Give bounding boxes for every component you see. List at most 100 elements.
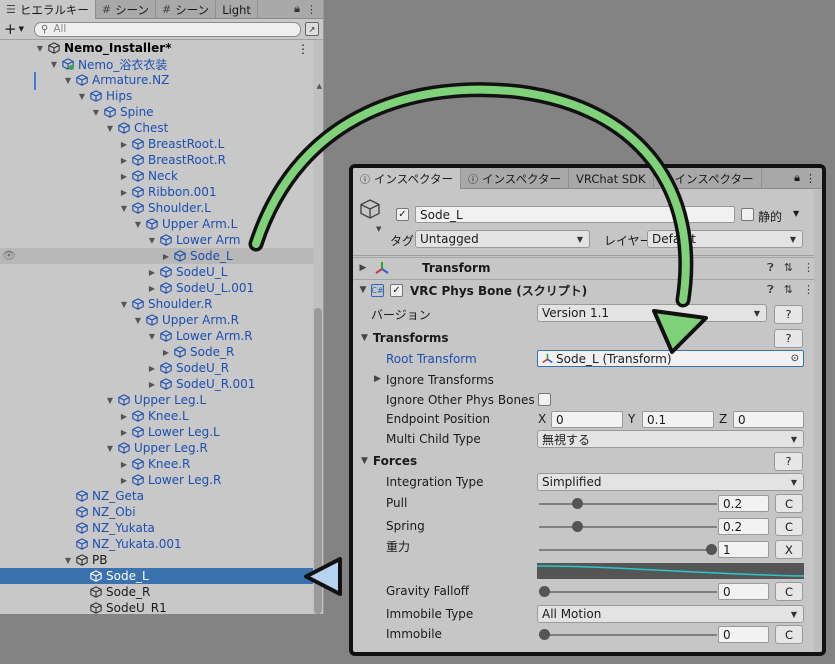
tag-dropdown[interactable]: Untagged ▼ [415,230,590,248]
hierarchy-row[interactable]: ▶ BreastRoot.R [0,152,314,168]
hierarchy-row[interactable]: ▼ Shoulder.L [0,200,314,216]
more-options-icon[interactable]: ⋮ [803,261,814,275]
collapse-arrow-icon[interactable]: ▼ [34,44,46,53]
forces-section-header[interactable]: ▼ Forces [361,454,417,468]
lock-icon[interactable]: 🔒︎ [794,171,800,185]
pull-slider-knob[interactable] [572,498,584,509]
active-checkbox[interactable]: ✓ [396,208,409,221]
hierarchy-row[interactable]: ▶ SodeU_R [0,360,314,376]
gravity-slider-knob[interactable] [706,544,717,555]
expand-arrow-icon[interactable]: ▶ [118,140,130,149]
scroll-up-icon[interactable]: ▲ [317,82,322,90]
spring-curve-button[interactable]: C [775,517,803,536]
tab-hierarchy[interactable]: ☰ ヒエラルキー [0,0,96,19]
ignore-other-checkbox[interactable] [538,393,551,406]
hierarchy-row[interactable]: ▼ Shoulder.R [0,296,314,312]
create-button[interactable]: + ▼ [4,20,30,38]
hierarchy-row[interactable]: Sode_L [0,568,314,584]
icon-chevron-down-icon[interactable]: ▼ [376,225,381,233]
tab-scene-1[interactable]: # シーン [96,0,157,19]
hierarchy-row[interactable]: ▼ Armature.NZ [0,72,314,88]
multi-child-dropdown[interactable]: 無視する ▼ [537,430,804,448]
hierarchy-row[interactable]: ▼ Nemo_Installer* [0,40,314,56]
hierarchy-row[interactable]: ▶ Lower Leg.L [0,424,314,440]
preset-icon[interactable]: ⇅ [784,283,793,297]
collapse-arrow-icon[interactable]: ▼ [146,236,158,245]
gravity-clear-button[interactable]: X [775,540,803,559]
tab-inspector-2[interactable]: ⓘ インスペクター [461,168,570,189]
collapse-arrow-icon[interactable]: ▼ [90,108,102,117]
pull-curve-button[interactable]: C [775,494,803,513]
hierarchy-row[interactable]: ▼ Upper Leg.L [0,392,314,408]
more-options-icon[interactable]: ⋮ [803,283,814,297]
expand-arrow-icon[interactable]: ▶ [146,380,158,389]
expand-arrow-icon[interactable]: ▶ [160,252,172,261]
scene-options-icon[interactable]: ⋮ [297,42,309,56]
tab-inspector-3[interactable]: ⓘ インスペクター [654,168,762,189]
lock-icon[interactable]: 🔒︎ [294,2,300,16]
hierarchy-search-input[interactable]: ⚲ All [34,21,301,37]
hierarchy-row[interactable]: ▼ Hips [0,88,314,104]
gravity-falloff-curve-button[interactable]: C [775,582,803,601]
collapse-arrow-icon[interactable]: ▼ [104,444,116,453]
hierarchy-row[interactable]: NZ_Yukata [0,520,314,536]
hierarchy-row[interactable]: ▼ Spine [0,104,314,120]
hierarchy-row[interactable]: ▶ Ribbon.001 [0,184,314,200]
immobile-slider-knob[interactable] [539,629,550,640]
gravity-falloff-slider-knob[interactable] [539,586,550,597]
physbone-component-header[interactable]: ▼ C# ✓ VRC Phys Bone (スクリプト) ❓︎ ⇅ ⋮ [353,279,822,300]
hierarchy-row[interactable]: ▼ Upper Leg.R [0,440,314,456]
collapse-arrow-icon[interactable]: ▼ [132,316,144,325]
expand-arrow-icon[interactable]: ▶ [146,364,158,373]
gravity-value-field[interactable]: 1 [718,541,769,558]
expand-arrow-icon[interactable]: ▶ [146,268,158,277]
expand-arrow-icon[interactable]: ▶ [118,428,130,437]
expand-arrow-icon[interactable]: ▶ [118,460,130,469]
hierarchy-row[interactable]: ▼ Upper Arm.R [0,312,314,328]
expand-arrow-icon[interactable]: ▶ [118,156,130,165]
expand-arrow-icon[interactable]: ▶ [118,188,130,197]
endpoint-z-field[interactable]: 0 [733,411,804,428]
hierarchy-row[interactable]: ▶ BreastRoot.L [0,136,314,152]
hierarchy-row[interactable]: ▼ Nemo_浴衣衣装 [0,56,314,72]
hierarchy-row[interactable]: ▶ SodeU_L [0,264,314,280]
collapse-arrow-icon[interactable]: ▼ [76,92,88,101]
hierarchy-row[interactable]: ▼ Upper Arm.L [0,216,314,232]
collapse-arrow-icon[interactable]: ▼ [132,220,144,229]
object-name-field[interactable]: Sode_L [415,206,735,223]
expand-arrow-icon[interactable]: ▶ [146,284,158,293]
tab-lighting[interactable]: Light [216,0,258,19]
expand-arrow-icon[interactable]: ▶ [118,476,130,485]
transforms-help-button[interactable]: ? [774,329,803,348]
endpoint-x-field[interactable]: 0 [551,411,623,428]
immobile-curve-button[interactable]: C [775,625,803,644]
hierarchy-row[interactable]: SodeU_R1 [0,600,314,614]
physbone-enabled-checkbox[interactable]: ✓ [390,283,403,297]
spring-slider[interactable] [539,521,717,532]
hierarchy-row[interactable]: ▼ Lower Arm [0,232,314,248]
pull-value-field[interactable]: 0.2 [718,495,769,512]
forces-help-button[interactable]: ? [774,452,803,471]
gravity-slider[interactable] [539,544,717,555]
hierarchy-row[interactable]: ▶ Sode_L [0,248,314,264]
gravity-falloff-slider[interactable] [539,586,717,597]
collapse-arrow-icon[interactable]: ▼ [62,556,74,565]
hierarchy-row[interactable]: NZ_Yukata.001 [0,536,314,552]
gravity-falloff-value-field[interactable]: 0 [718,583,769,600]
hierarchy-row[interactable]: ▶ Neck [0,168,314,184]
hierarchy-row[interactable]: ▼ PB [0,552,314,568]
collapse-arrow-icon[interactable]: ▼ [104,124,116,133]
hierarchy-row[interactable]: NZ_Geta [0,488,314,504]
hierarchy-row[interactable]: ▶ Knee.L [0,408,314,424]
layer-dropdown[interactable]: Default ▼ [647,230,803,248]
more-options-icon[interactable]: ⋮ [306,3,317,16]
static-chevron-down-icon[interactable]: ▼ [793,209,799,218]
integration-dropdown[interactable]: Simplified ▼ [537,473,804,491]
gameobject-cube-icon[interactable] [359,198,381,220]
hierarchy-row[interactable]: ▼ Lower Arm.R [0,328,314,344]
tab-scene-2[interactable]: # シーン [156,0,217,19]
hierarchy-row[interactable]: ▶ Knee.R [0,456,314,472]
endpoint-y-field[interactable]: 0.1 [642,411,714,428]
more-options-icon[interactable]: ⋮ [805,172,816,185]
hierarchy-row[interactable]: ▶ SodeU_L.001 [0,280,314,296]
